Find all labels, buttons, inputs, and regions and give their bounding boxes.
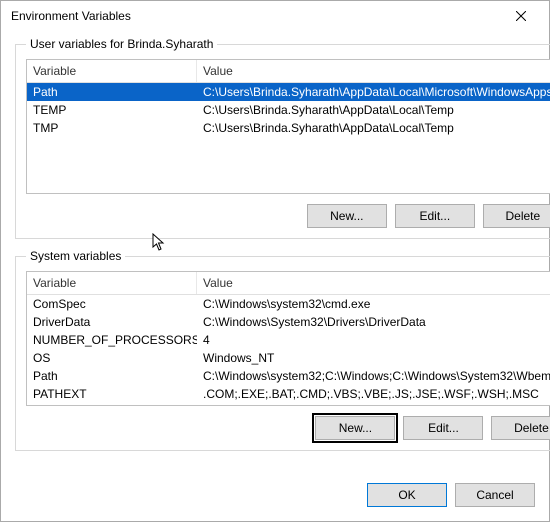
table-row[interactable]: PATHEXT.COM;.EXE;.BAT;.CMD;.VBS;.VBE;.JS… <box>27 385 550 403</box>
cell-variable: PATHEXT <box>27 386 197 402</box>
user-table-rows: PathC:\Users\Brinda.Syharath\AppData\Loc… <box>27 83 550 192</box>
table-row[interactable]: PROCESSOR_ARCHITECTUREAMD64 <box>27 403 550 404</box>
system-edit-button[interactable]: Edit... <box>403 416 483 440</box>
system-table-rows: ComSpecC:\Windows\system32\cmd.exeDriver… <box>27 295 550 404</box>
cell-variable: TMP <box>27 120 197 136</box>
system-new-button[interactable]: New... <box>315 416 395 440</box>
titlebar: Environment Variables <box>1 1 549 31</box>
system-variables-legend: System variables <box>26 249 125 263</box>
system-variables-group: System variables Variable Value ComSpecC… <box>15 249 550 451</box>
cell-variable: Path <box>27 368 197 384</box>
cell-value: C:\Users\Brinda.Syharath\AppData\Local\T… <box>197 120 550 136</box>
system-delete-button[interactable]: Delete <box>491 416 550 440</box>
dialog-footer: OK Cancel <box>1 475 549 521</box>
table-row[interactable]: TMPC:\Users\Brinda.Syharath\AppData\Loca… <box>27 119 550 137</box>
user-new-button[interactable]: New... <box>307 204 387 228</box>
cell-variable: OS <box>27 350 197 366</box>
cell-value: C:\Windows\system32\cmd.exe <box>197 296 550 312</box>
user-variables-group: User variables for Brinda.Syharath Varia… <box>15 37 550 239</box>
cell-value: C:\Users\Brinda.Syharath\AppData\Local\M… <box>197 84 550 100</box>
user-delete-button[interactable]: Delete <box>483 204 550 228</box>
user-button-row: New... Edit... Delete <box>26 204 550 228</box>
user-edit-button[interactable]: Edit... <box>395 204 475 228</box>
cell-value: Windows_NT <box>197 350 550 366</box>
user-header-variable[interactable]: Variable <box>27 60 197 82</box>
dialog-title: Environment Variables <box>11 9 501 23</box>
user-variables-legend: User variables for Brinda.Syharath <box>26 37 217 51</box>
environment-variables-dialog: Environment Variables User variables for… <box>0 0 550 522</box>
cell-variable: NUMBER_OF_PROCESSORS <box>27 332 197 348</box>
table-row[interactable]: TEMPC:\Users\Brinda.Syharath\AppData\Loc… <box>27 101 550 119</box>
system-variables-table[interactable]: Variable Value ComSpecC:\Windows\system3… <box>26 271 550 406</box>
table-row[interactable]: NUMBER_OF_PROCESSORS4 <box>27 331 550 349</box>
cell-variable: Path <box>27 84 197 100</box>
cell-value: C:\Windows\System32\Drivers\DriverData <box>197 314 550 330</box>
user-header-value[interactable]: Value <box>197 60 550 82</box>
table-row[interactable]: PathC:\Users\Brinda.Syharath\AppData\Loc… <box>27 83 550 101</box>
ok-button[interactable]: OK <box>367 483 447 507</box>
cancel-button[interactable]: Cancel <box>455 483 535 507</box>
user-table-header: Variable Value <box>27 60 550 83</box>
table-row[interactable]: DriverDataC:\Windows\System32\Drivers\Dr… <box>27 313 550 331</box>
system-header-value[interactable]: Value <box>197 272 550 294</box>
cell-value: .COM;.EXE;.BAT;.CMD;.VBS;.VBE;.JS;.JSE;.… <box>197 386 550 402</box>
cell-value: 4 <box>197 332 550 348</box>
table-row[interactable]: OSWindows_NT <box>27 349 550 367</box>
cell-variable: DriverData <box>27 314 197 330</box>
system-header-variable[interactable]: Variable <box>27 272 197 294</box>
close-button[interactable] <box>501 2 541 30</box>
table-row[interactable]: ComSpecC:\Windows\system32\cmd.exe <box>27 295 550 313</box>
user-variables-table[interactable]: Variable Value PathC:\Users\Brinda.Syhar… <box>26 59 550 194</box>
cell-value: C:\Users\Brinda.Syharath\AppData\Local\T… <box>197 102 550 118</box>
close-icon <box>516 11 526 21</box>
cell-value: C:\Windows\system32;C:\Windows;C:\Window… <box>197 368 550 384</box>
cell-variable: ComSpec <box>27 296 197 312</box>
dialog-content: User variables for Brinda.Syharath Varia… <box>1 31 549 475</box>
system-table-header: Variable Value <box>27 272 550 295</box>
system-button-row: New... Edit... Delete <box>26 416 550 440</box>
cell-variable: TEMP <box>27 102 197 118</box>
table-row[interactable]: PathC:\Windows\system32;C:\Windows;C:\Wi… <box>27 367 550 385</box>
